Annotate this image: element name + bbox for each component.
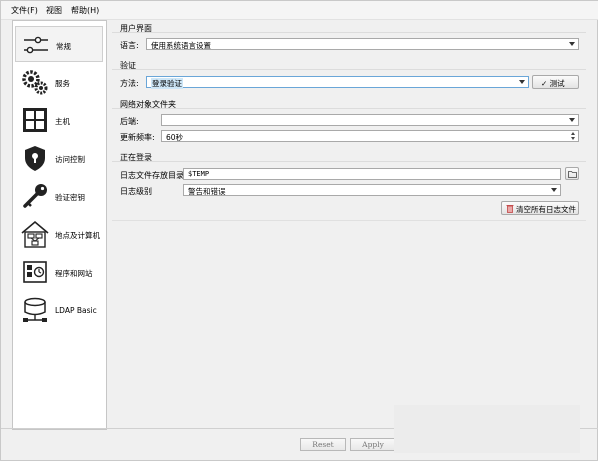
grid-icon	[23, 108, 47, 132]
trash-icon	[506, 205, 514, 213]
backend-select[interactable]	[161, 114, 579, 126]
settings-window: 文件(F) 视图 帮助(H) 常规 服务 主机 访问控制 验证密钥 地点及计算机…	[0, 0, 598, 461]
menu-help[interactable]: 帮助(H)	[71, 5, 99, 16]
gears-icon	[22, 70, 48, 95]
shield-lock-icon	[25, 146, 45, 171]
chevron-down-icon	[569, 42, 575, 46]
log-dir-input[interactable]: $TEMP	[183, 168, 561, 180]
menu-view[interactable]: 视图	[46, 5, 62, 16]
sidebar-item-general[interactable]: 常规	[15, 26, 103, 62]
ldap-database-icon	[23, 297, 47, 322]
sidebar-item-hosts[interactable]: 主机	[15, 102, 103, 138]
language-select[interactable]: 使用系统语言设置	[146, 38, 579, 50]
spin-up-icon[interactable]	[571, 132, 575, 135]
test-auth-button[interactable]: ✓ 测试	[532, 75, 579, 89]
sidebar: 常规 服务 主机 访问控制 验证密钥 地点及计算机 程序和网站 LDAP Bas…	[12, 20, 107, 430]
sidebar-item-label: 程序和网站	[55, 269, 93, 278]
sidebar-item-auth-keys[interactable]: 验证密钥	[15, 178, 103, 214]
sidebar-item-label: 服务	[55, 79, 70, 88]
program-window-icon	[23, 261, 47, 283]
key-icon	[23, 184, 47, 208]
sliders-icon	[24, 36, 48, 54]
blurred-overlay	[394, 405, 580, 453]
sidebar-item-services[interactable]: 服务	[15, 64, 103, 100]
spin-down-icon[interactable]	[571, 137, 575, 140]
log-level-select[interactable]: 警告和错误	[183, 184, 561, 196]
house-network-icon	[21, 220, 49, 248]
menu-bar: 文件(F) 视图 帮助(H)	[1, 1, 598, 20]
folder-icon	[568, 171, 577, 178]
refresh-rate-label: 更新频率:	[120, 133, 155, 142]
refresh-rate-spinbox[interactable]: 60秒	[161, 130, 579, 142]
language-label: 语言:	[120, 41, 139, 50]
reset-button[interactable]: Reset	[300, 438, 346, 451]
apply-button[interactable]: Apply	[350, 438, 396, 451]
log-level-label: 日志级别	[120, 187, 152, 196]
sidebar-item-programs[interactable]: 程序和网站	[15, 254, 103, 290]
sidebar-item-label: 访问控制	[55, 155, 85, 164]
browse-folder-button[interactable]	[565, 167, 579, 180]
sidebar-item-label: 地点及计算机	[55, 231, 100, 240]
sidebar-item-locations[interactable]: 地点及计算机	[15, 216, 103, 252]
chevron-down-icon	[551, 188, 557, 192]
sidebar-item-label: 验证密钥	[55, 193, 85, 202]
sidebar-item-label: 常规	[56, 42, 71, 51]
auth-method-label: 方法:	[120, 79, 139, 88]
backend-label: 后端:	[120, 117, 139, 126]
sidebar-item-label: LDAP Basic	[55, 306, 97, 315]
auth-method-select[interactable]: 登录验证	[146, 76, 529, 89]
chevron-down-icon	[569, 118, 575, 122]
chevron-down-icon	[519, 80, 525, 84]
log-dir-label: 日志文件存放目录	[120, 171, 184, 180]
clear-logs-button[interactable]: 清空所有日志文件	[501, 201, 579, 215]
sidebar-item-ldap-basic[interactable]: LDAP Basic	[15, 292, 103, 328]
sidebar-item-label: 主机	[55, 117, 70, 126]
sidebar-item-access-control[interactable]: 访问控制	[15, 140, 103, 176]
menu-file[interactable]: 文件(F)	[11, 5, 38, 16]
